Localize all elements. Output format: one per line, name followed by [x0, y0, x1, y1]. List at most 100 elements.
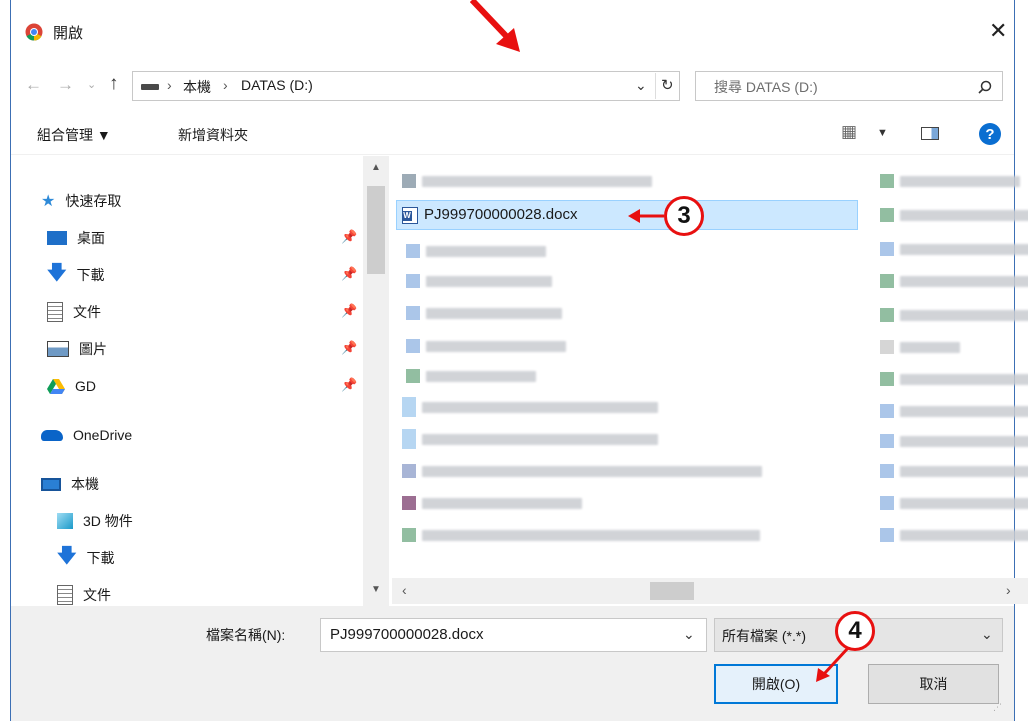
- pin-icon[interactable]: 📌: [341, 229, 357, 245]
- nav-item-gd[interactable]: GD: [47, 371, 96, 401]
- toolbar-separator: [11, 154, 1014, 155]
- pin-icon[interactable]: 📌: [341, 303, 357, 319]
- nav-item-documents[interactable]: 文件: [47, 297, 101, 327]
- file-item-blurred[interactable]: [880, 404, 1028, 418]
- resize-grip-icon[interactable]: ⋰: [993, 702, 1002, 713]
- file-item-blurred[interactable]: [880, 372, 1028, 386]
- file-item-blurred[interactable]: [880, 308, 1028, 322]
- nav-label: 3D 物件: [83, 513, 133, 529]
- callout-step-3: 3: [664, 196, 704, 236]
- nav-item-pictures[interactable]: 圖片: [47, 334, 107, 364]
- scrollbar-thumb[interactable]: [367, 186, 385, 274]
- file-item-blurred[interactable]: [880, 464, 1028, 478]
- nav-label: 快速存取: [65, 193, 122, 209]
- callout-arrow-3: [628, 209, 664, 223]
- forward-arrow-icon[interactable]: →: [57, 75, 74, 95]
- recent-chevron-icon[interactable]: ⌄: [87, 78, 96, 91]
- file-item-blurred[interactable]: [406, 244, 546, 258]
- cancel-button[interactable]: 取消: [868, 664, 999, 704]
- annotation-arrow-top: [470, 0, 520, 52]
- refresh-icon[interactable]: ↻: [661, 76, 674, 94]
- chrome-icon: [25, 23, 43, 41]
- file-name: PJ999700000028.docx: [424, 206, 578, 223]
- file-item-blurred[interactable]: [880, 340, 960, 354]
- close-icon[interactable]: ✕: [989, 18, 1007, 44]
- search-placeholder: 搜尋 DATAS (D:): [714, 79, 818, 95]
- download-arrow-icon: 🡇: [57, 546, 77, 567]
- new-folder-button[interactable]: 新增資料夾: [178, 125, 248, 145]
- file-horizontal-scrollbar[interactable]: ‹ ›: [392, 578, 1028, 604]
- back-arrow-icon[interactable]: ←: [25, 75, 42, 95]
- scroll-left-icon[interactable]: ‹: [402, 582, 407, 598]
- file-item-blurred[interactable]: [406, 369, 536, 383]
- nav-label: 下載: [86, 550, 115, 566]
- dialog-title: 開啟: [53, 25, 84, 42]
- file-item-blurred[interactable]: [402, 528, 760, 542]
- nav-scrollbar[interactable]: ▲ ▼: [363, 156, 389, 606]
- nav-label: 圖片: [79, 341, 107, 357]
- pin-icon[interactable]: 📌: [341, 377, 357, 393]
- dropdown-chevron-icon[interactable]: ⌄: [635, 77, 647, 94]
- search-icon[interactable]: [978, 80, 992, 94]
- pin-icon[interactable]: 📌: [341, 266, 357, 282]
- nav-item-documents-pc[interactable]: 文件: [57, 580, 111, 606]
- file-item-blurred[interactable]: [880, 208, 1028, 222]
- address-divider: [655, 73, 656, 99]
- file-item-blurred[interactable]: [402, 464, 762, 478]
- file-item-blurred[interactable]: [402, 174, 652, 188]
- filename-dropdown-icon[interactable]: ⌄: [683, 626, 695, 643]
- breadcrumb-drive[interactable]: DATAS (D:): [241, 77, 313, 93]
- help-icon[interactable]: ?: [979, 123, 1001, 145]
- nav-label: 桌面: [77, 230, 105, 246]
- word-document-icon: W: [402, 207, 418, 224]
- file-item-blurred[interactable]: [406, 339, 566, 353]
- nav-label: 本機: [71, 476, 99, 492]
- file-item-blurred[interactable]: [406, 306, 562, 320]
- nav-label: 文件: [73, 304, 101, 320]
- command-bar: 組合管理 ▼ 新增資料夾 ▦ ▼ ?: [11, 118, 1014, 154]
- view-options-icon[interactable]: ▦: [841, 122, 857, 142]
- file-item-blurred[interactable]: [402, 429, 658, 449]
- file-item-blurred[interactable]: [402, 496, 582, 510]
- view-dropdown-icon[interactable]: ▼: [877, 127, 888, 139]
- document-icon: [47, 302, 63, 322]
- scroll-right-icon[interactable]: ›: [1006, 582, 1011, 598]
- nav-item-downloads-pc[interactable]: 🡇 下載: [57, 543, 115, 573]
- file-item-blurred[interactable]: [880, 274, 1028, 288]
- scroll-down-icon[interactable]: ▼: [371, 584, 381, 595]
- nav-item-quick-access[interactable]: ★ 快速存取: [41, 186, 121, 216]
- nav-item-3d-objects[interactable]: 3D 物件: [57, 506, 133, 536]
- scroll-up-icon[interactable]: ▲: [371, 162, 381, 173]
- pin-icon[interactable]: 📌: [341, 340, 357, 356]
- up-arrow-icon[interactable]: ↑: [109, 73, 119, 95]
- file-item-blurred[interactable]: [880, 496, 1028, 510]
- search-box[interactable]: 搜尋 DATAS (D:): [695, 71, 1003, 101]
- address-path-box[interactable]: › 本機 › DATAS (D:) ⌄ ↻: [132, 71, 680, 101]
- callout-arrow-4: [816, 646, 850, 682]
- address-bar-row: ← → ⌄ ↑ › 本機 › DATAS (D:) ⌄ ↻ 搜尋 DATAS (…: [11, 66, 1014, 106]
- breadcrumb-this-pc[interactable]: 本機: [183, 77, 211, 97]
- file-item-blurred[interactable]: [402, 397, 658, 417]
- file-item-blurred[interactable]: [880, 174, 1020, 188]
- drive-icon: [141, 84, 159, 90]
- picture-icon: [47, 341, 69, 357]
- nav-item-onedrive[interactable]: OneDrive: [41, 420, 132, 450]
- organize-menu[interactable]: 組合管理 ▼: [37, 125, 111, 145]
- computer-icon: [41, 477, 61, 491]
- nav-label: GD: [75, 378, 96, 394]
- download-arrow-icon: 🡇: [47, 263, 67, 284]
- nav-label: 下載: [76, 267, 105, 283]
- scrollbar-thumb[interactable]: [650, 582, 694, 600]
- file-item-blurred[interactable]: [406, 274, 552, 288]
- nav-item-this-pc[interactable]: 本機: [41, 469, 99, 499]
- filename-field[interactable]: PJ999700000028.docx ⌄: [320, 618, 707, 652]
- cube-icon: [57, 513, 73, 529]
- filetype-dropdown-icon[interactable]: ⌄: [981, 626, 993, 643]
- file-item-blurred[interactable]: [880, 242, 1028, 256]
- file-item-blurred[interactable]: [880, 434, 1028, 448]
- preview-pane-icon[interactable]: [921, 127, 939, 140]
- file-item-blurred[interactable]: [880, 528, 1028, 542]
- nav-label: OneDrive: [73, 427, 133, 443]
- nav-item-desktop[interactable]: 桌面: [47, 223, 105, 253]
- nav-item-downloads[interactable]: 🡇 下載: [47, 260, 105, 290]
